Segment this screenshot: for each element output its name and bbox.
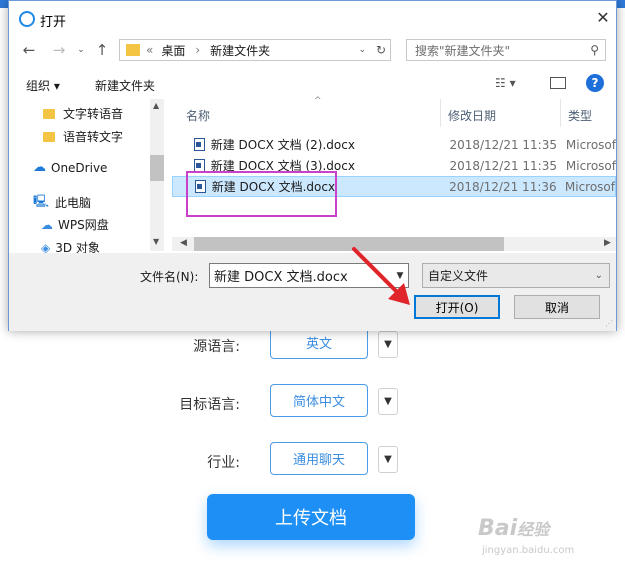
watermark-url: jingyan.baidu.com (482, 545, 575, 556)
target-language-label: 目标语言: (179, 397, 240, 413)
folder-icon (43, 131, 55, 142)
resize-grip-icon[interactable]: ⋰ (605, 319, 613, 328)
nav-item-label: OneDrive (51, 160, 108, 175)
folder-icon (126, 44, 140, 56)
target-language-dropdown-icon[interactable]: ▼ (378, 388, 398, 415)
nav-item-label: 此电脑 (55, 196, 92, 210)
preview-pane-icon[interactable] (550, 77, 566, 89)
view-options-icon[interactable]: ☷ ▾ (495, 76, 516, 90)
target-language-select[interactable]: 简体中文 (270, 384, 368, 417)
source-language-label: 源语言: (193, 339, 240, 355)
navigation-scrollbar[interactable]: ▲ ▼ (150, 99, 164, 251)
scroll-left-icon[interactable]: ◀ (180, 238, 187, 248)
up-arrow-icon[interactable]: ↑ (92, 40, 112, 60)
back-arrow-icon[interactable]: ← (19, 40, 39, 60)
column-divider (440, 99, 441, 127)
nav-item-label: WPS网盘 (58, 218, 109, 232)
search-input[interactable]: 搜索"新建文件夹" ⚲ (406, 39, 606, 61)
sort-chevron-icon: ^ (314, 96, 322, 106)
file-type-select[interactable]: 自定义文件 ⌄ (422, 263, 610, 288)
close-icon[interactable]: ✕ (593, 7, 613, 27)
scroll-up-icon[interactable]: ▲ (153, 101, 159, 110)
command-bar: 组织 ▾ 新建文件夹 ☷ ▾ ? (9, 69, 616, 97)
help-icon[interactable]: ? (586, 74, 604, 92)
nav-item-this-pc[interactable]: 🖳 此电脑 (33, 192, 91, 213)
column-header-modified[interactable]: 修改日期 (448, 107, 496, 124)
file-row[interactable]: 新建 DOCX 文档 (2).docx 2018/12/21 11:35 Mic… (172, 134, 616, 155)
upload-document-button[interactable]: 上传文档 (207, 494, 415, 540)
annotation-arrow (350, 245, 415, 310)
breadcrumb-new-folder[interactable]: 新建文件夹 (210, 42, 270, 59)
search-icon[interactable]: ⚲ (590, 43, 599, 57)
open-file-dialog: 打开 ✕ ← → ⌄ ↑ « 桌面 › 新建文件夹 ⌄ ↻ 搜索"新建文件夹" … (8, 0, 617, 331)
refresh-icon[interactable]: ↻ (376, 43, 386, 57)
organize-menu[interactable]: 组织 ▾ (26, 77, 60, 94)
column-divider (560, 99, 561, 127)
scroll-down-icon[interactable]: ▼ (153, 237, 159, 246)
file-type-value: 自定义文件 (428, 269, 489, 283)
recent-locations-chevron-icon[interactable]: ⌄ (71, 40, 91, 60)
industry-dropdown-icon[interactable]: ▼ (378, 446, 398, 473)
column-header-type[interactable]: 类型 (568, 107, 592, 124)
nav-item-wps-drive[interactable]: ☁ WPS网盘 (41, 216, 109, 233)
dialog-titlebar: 打开 ✕ (9, 1, 616, 35)
app-logo-icon (19, 11, 35, 27)
file-type: Microsof (564, 179, 615, 194)
annotation-highlight-box (186, 171, 337, 217)
chevron-down-icon: ⌄ (594, 270, 603, 281)
column-header-name[interactable]: 名称 (186, 107, 210, 124)
cancel-button[interactable]: 取消 (514, 295, 600, 319)
industry-label: 行业: (207, 455, 240, 471)
scrollbar-thumb[interactable] (194, 237, 504, 251)
file-modified: 2018/12/21 11:36 (449, 179, 557, 194)
breadcrumb-separator-icon: › (195, 43, 201, 57)
address-dropdown-icon[interactable]: ⌄ (358, 45, 366, 55)
search-placeholder: 搜索"新建文件夹" (415, 43, 511, 58)
source-language-dropdown-icon[interactable]: ▼ (378, 331, 398, 358)
dialog-title: 打开 (40, 15, 67, 30)
cloud-icon: ☁ (41, 217, 53, 232)
file-type: Microsof (565, 137, 616, 152)
nav-item-label: 语音转文字 (63, 130, 124, 144)
industry-select[interactable]: 通用聊天 (270, 442, 368, 475)
nav-item-label: 文字转语音 (63, 107, 124, 121)
filename-label: 文件名(N): (140, 270, 199, 284)
cloud-icon: ☁ (33, 160, 46, 175)
scrollbar-thumb[interactable] (150, 155, 164, 181)
file-name: 新建 DOCX 文档 (2).docx (210, 138, 355, 152)
nav-item-onedrive[interactable]: ☁ OneDrive (33, 160, 107, 175)
word-document-icon (194, 138, 205, 151)
scroll-right-icon[interactable]: ▶ (604, 238, 611, 248)
address-overflow[interactable]: « (146, 43, 153, 57)
breadcrumb-desktop[interactable]: 桌面 (161, 42, 185, 59)
address-bar[interactable]: « 桌面 › 新建文件夹 ⌄ ↻ (119, 39, 391, 61)
open-button[interactable]: 打开(O) (414, 295, 500, 319)
new-folder-button[interactable]: 新建文件夹 (95, 77, 155, 94)
navigation-pane: 文字转语音 语音转文字 ☁ OneDrive 🖳 此电脑 ☁ WPS网盘 ◈ 3D 对象 (9, 99, 165, 255)
forward-arrow-icon[interactable]: → (49, 40, 69, 60)
nav-item-speech-to-text[interactable]: 语音转文字 (43, 128, 123, 145)
file-modified: 2018/12/21 11:35 (449, 137, 557, 152)
nav-item-text-to-speech[interactable]: 文字转语音 (43, 105, 123, 122)
computer-icon: 🖳 (33, 194, 50, 208)
file-type: Microsof (565, 158, 616, 173)
folder-icon (43, 108, 55, 119)
file-modified: 2018/12/21 11:35 (449, 158, 557, 173)
watermark-brand: Bai经验 (478, 516, 550, 541)
